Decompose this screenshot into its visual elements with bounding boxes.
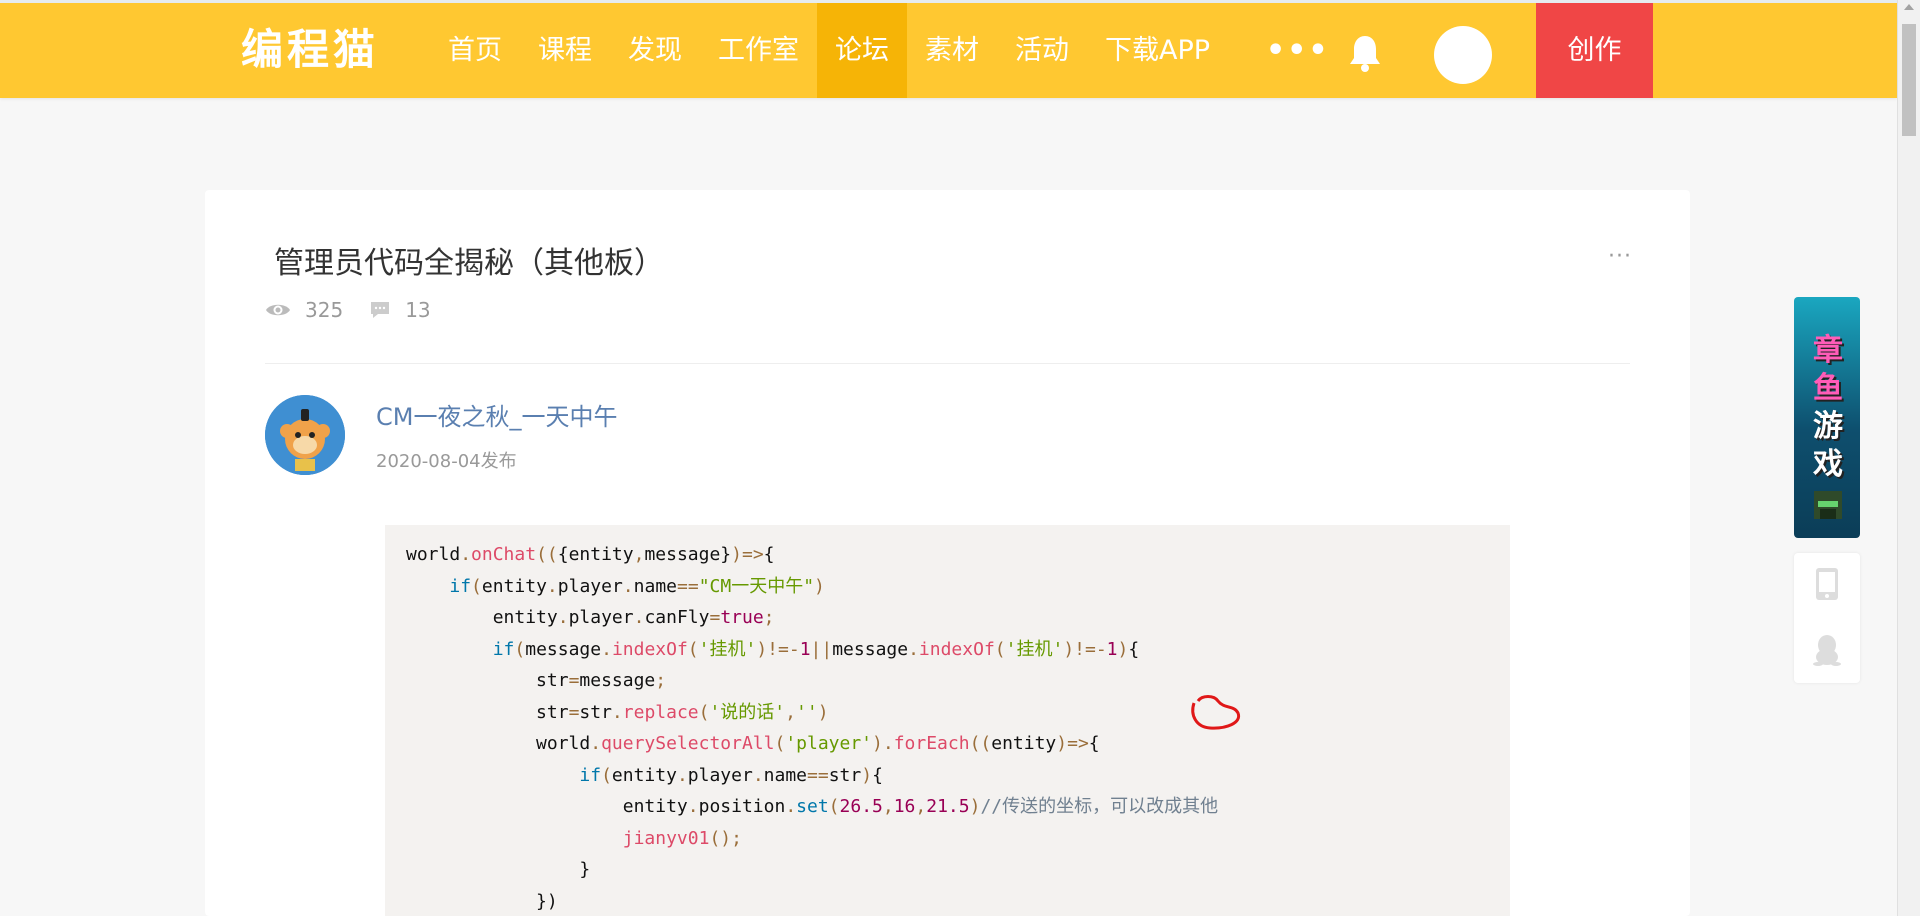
- tablet-icon[interactable]: [1813, 567, 1841, 601]
- author-avatar[interactable]: [265, 395, 345, 475]
- header-divider: [265, 363, 1630, 364]
- comment-count: 13: [369, 298, 431, 322]
- nav-item-courses[interactable]: 课程: [520, 3, 610, 98]
- nav-item-events[interactable]: 活动: [997, 3, 1087, 98]
- scroll-thumb[interactable]: [1902, 24, 1916, 136]
- post-title: 管理员代码全揭秘（其他板）: [274, 246, 664, 281]
- ad-char: 鱼: [1813, 371, 1843, 406]
- code-line: }): [406, 890, 558, 912]
- site-logo[interactable]: 编程猫: [241, 25, 379, 75]
- ad-char: 戏: [1813, 447, 1843, 482]
- top-navbar: 编程猫 首页 课程 发现 工作室 论坛 素材 活动 下载APP ••• 创作: [0, 0, 1897, 98]
- code-line: str=message;: [406, 670, 667, 691]
- author-name-link[interactable]: CM一夜之秋_一天中午: [376, 397, 617, 432]
- post-card: 管理员代码全揭秘（其他板） ··· 325 13 CM一夜之秋_一天中午 202…: [205, 190, 1690, 916]
- pixel-character-icon: [1814, 491, 1842, 519]
- code-line: entity.player.canFly=true;: [406, 607, 775, 628]
- comment-icon: [371, 302, 390, 318]
- bell-icon[interactable]: [1347, 33, 1383, 73]
- post-more-menu[interactable]: ···: [1608, 244, 1632, 269]
- post-stats: 325 13: [265, 298, 457, 322]
- nav-item-materials[interactable]: 素材: [907, 3, 997, 98]
- code-line: world.onChat(({entity,message})=>{: [406, 544, 775, 565]
- side-tools-panel: [1794, 553, 1860, 683]
- create-button[interactable]: 创作: [1536, 3, 1653, 98]
- game-ad-banner[interactable]: 章 鱼 游 戏: [1794, 297, 1860, 538]
- scroll-up-arrow-icon[interactable]: [1904, 4, 1914, 10]
- view-count: 325: [265, 298, 343, 322]
- page-scrollbar[interactable]: [1897, 0, 1920, 916]
- post-date: 2020-08-04发布: [376, 451, 517, 472]
- code-line: }: [406, 859, 591, 880]
- code-line: if(entity.player.name=="CM一天中午"): [449, 575, 825, 597]
- ad-char: 章: [1813, 333, 1843, 368]
- main-nav: 首页 课程 发现 工作室 论坛 素材 活动 下载APP: [430, 3, 1228, 98]
- code-line: if(message.indexOf('挂机')!=-1||message.in…: [492, 638, 1140, 660]
- code-line: if(entity.player.name==str){: [579, 764, 883, 786]
- code-line: str=str.replace('说的话',''): [406, 701, 829, 723]
- user-avatar[interactable]: [1434, 26, 1492, 84]
- ad-char: 游: [1813, 409, 1843, 444]
- code-line: jianyv01();: [622, 827, 742, 849]
- monkey-avatar-icon: [265, 395, 345, 475]
- nav-item-studio[interactable]: 工作室: [700, 3, 817, 98]
- red-circle-annotation: [1191, 695, 1241, 730]
- ad-banner-text: 章 鱼 游 戏: [1808, 332, 1848, 484]
- nav-more-menu[interactable]: •••: [1266, 3, 1330, 98]
- nav-item-download-app[interactable]: 下载APP: [1087, 3, 1228, 98]
- nav-item-forum[interactable]: 论坛: [817, 3, 907, 98]
- nav-item-discover[interactable]: 发现: [610, 3, 700, 98]
- comment-count-value: 13: [405, 298, 431, 322]
- code-block: world.onChat(({entity,message})=>{ if(en…: [385, 525, 1510, 916]
- eye-icon: [266, 304, 290, 316]
- nav-item-home[interactable]: 首页: [430, 3, 520, 98]
- qq-penguin-icon[interactable]: [1813, 633, 1841, 667]
- code-line: world.querySelectorAll('player').forEach…: [406, 733, 1100, 754]
- view-count-value: 325: [305, 298, 344, 322]
- code-line: entity.position.set(26.5,16,21.5)//传送的坐标…: [406, 796, 1219, 817]
